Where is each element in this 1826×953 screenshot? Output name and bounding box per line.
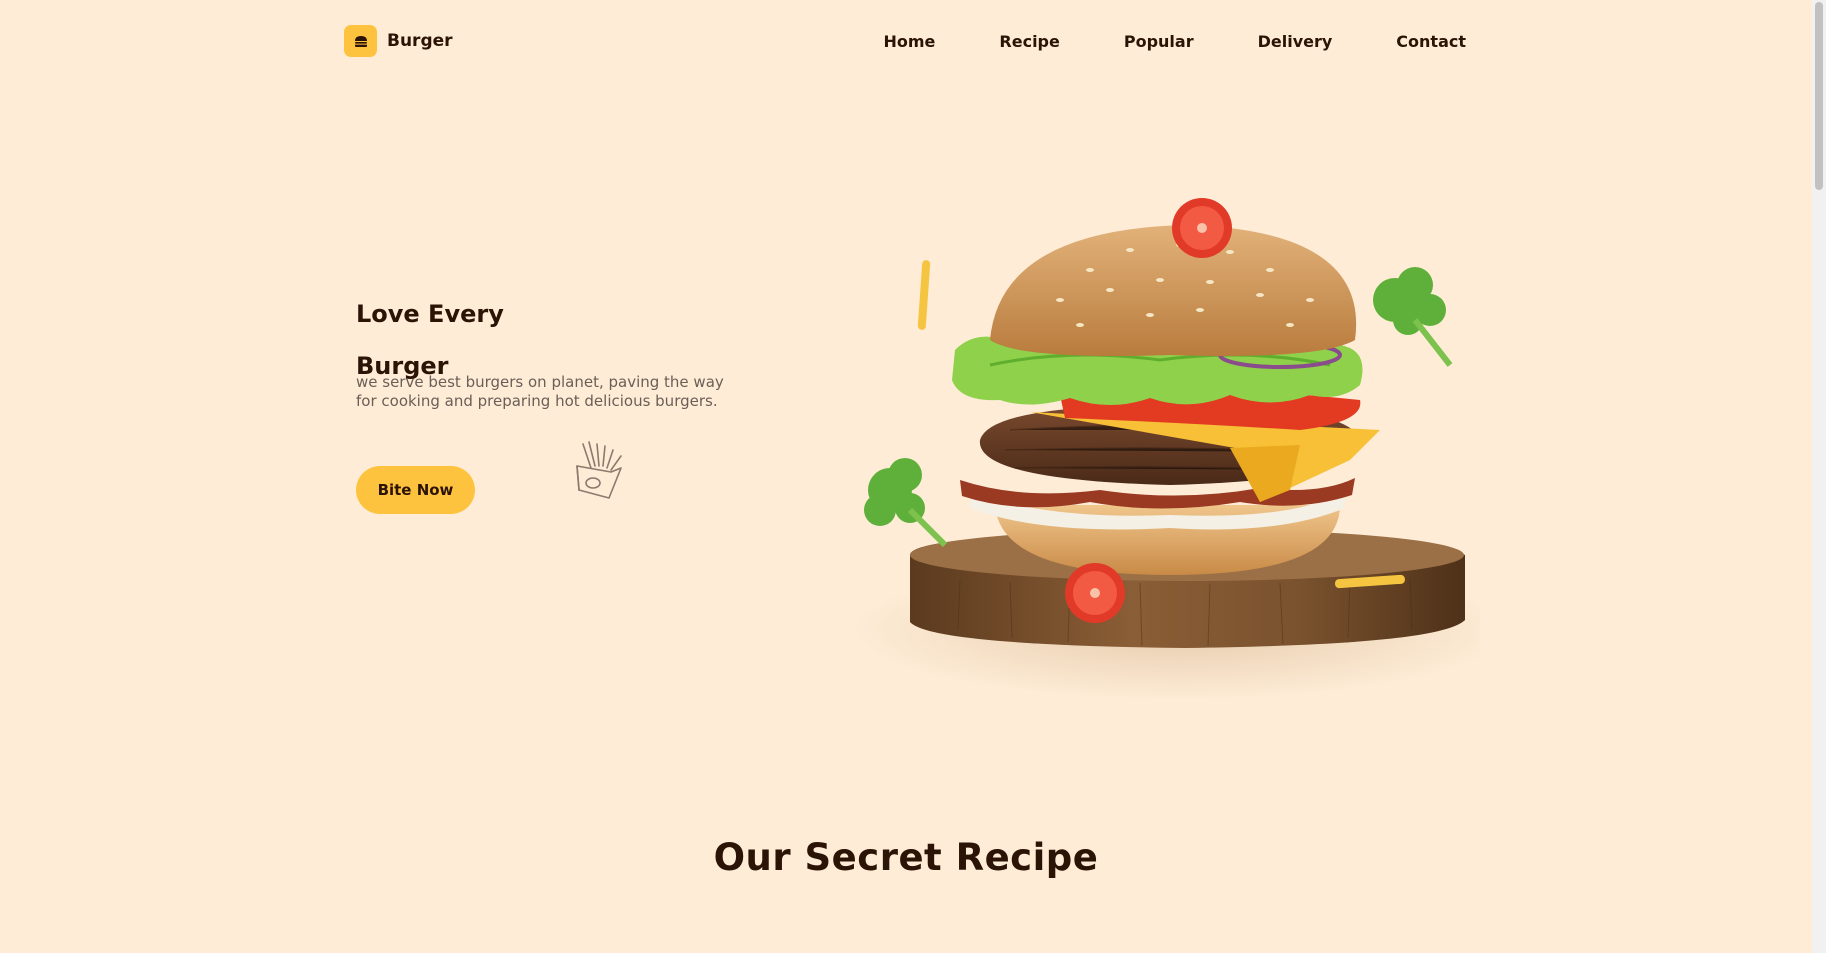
nav-link-popular[interactable]: Popular bbox=[1124, 32, 1194, 51]
brand-logo[interactable]: Burger bbox=[344, 25, 453, 57]
hero-title-line-1: Love Every bbox=[356, 300, 504, 328]
nav-link-recipe[interactable]: Recipe bbox=[999, 32, 1059, 51]
section-title-secret-recipe: Our Secret Recipe bbox=[713, 836, 1099, 879]
main-nav: Home Recipe Popular Delivery Contact bbox=[884, 32, 1467, 51]
burger-on-wooden-board-image bbox=[850, 198, 1480, 700]
page: Burger Home Recipe Popular Delivery Cont… bbox=[0, 0, 1826, 953]
nav-link-contact[interactable]: Contact bbox=[1396, 32, 1466, 51]
fries-icon bbox=[576, 441, 622, 499]
site-header: Burger Home Recipe Popular Delivery Cont… bbox=[344, 24, 1466, 58]
nav-link-home[interactable]: Home bbox=[884, 32, 936, 51]
scrollbar-thumb[interactable] bbox=[1815, 2, 1823, 190]
nav-link-delivery[interactable]: Delivery bbox=[1258, 32, 1333, 51]
bite-now-button[interactable]: Bite Now bbox=[356, 466, 475, 514]
burger-icon bbox=[344, 25, 377, 57]
page-scrollbar[interactable] bbox=[1812, 0, 1826, 953]
brand-name: Burger bbox=[387, 31, 453, 51]
hero-description: we serve best burgers on planet, paving … bbox=[356, 373, 724, 410]
